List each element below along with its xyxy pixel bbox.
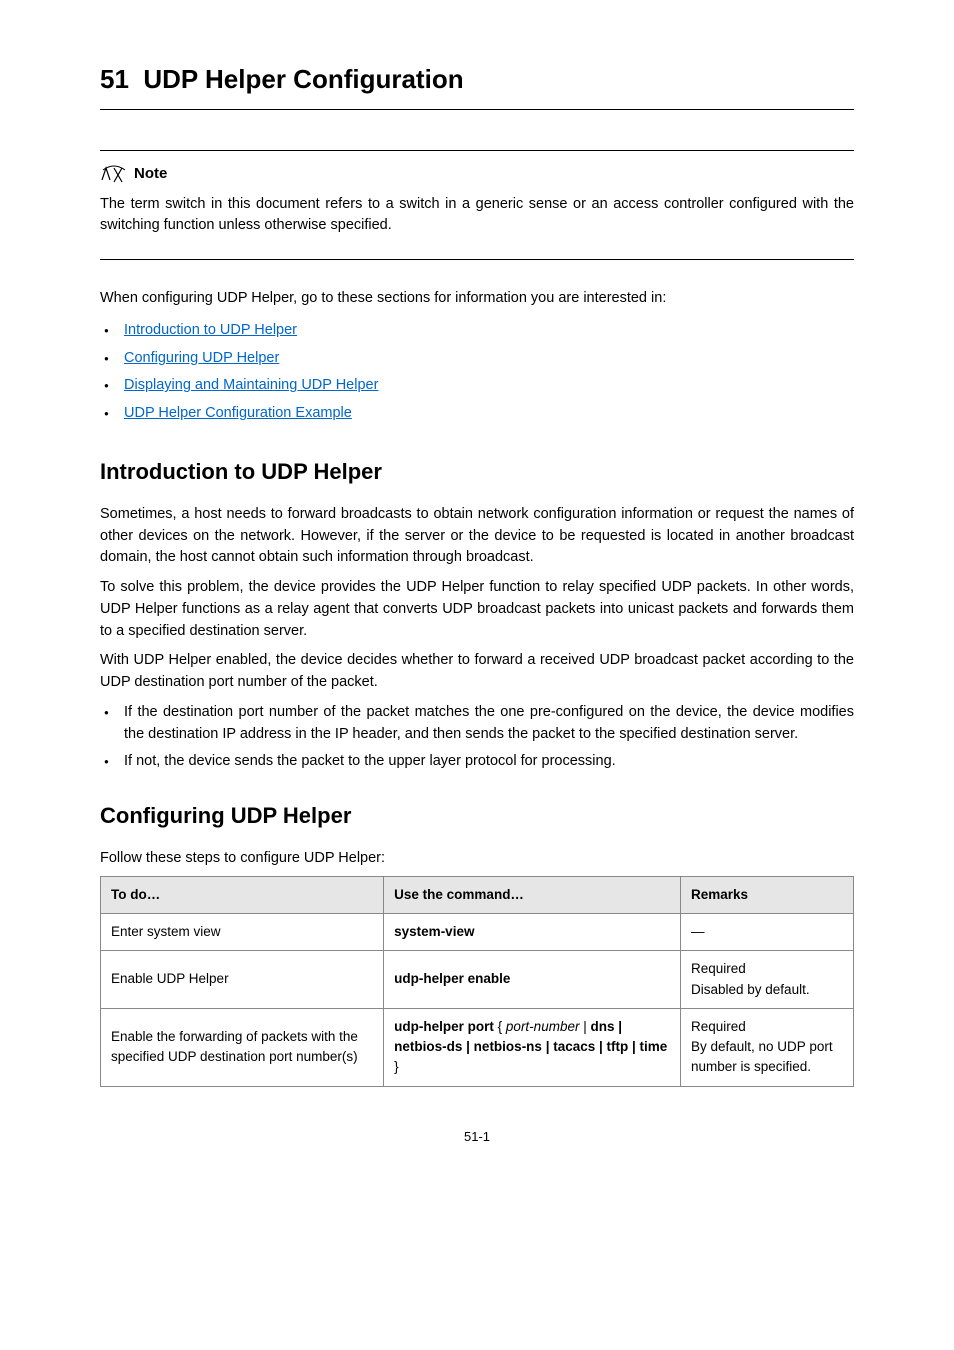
cell-todo: Enable UDP Helper [101,951,384,1009]
intro-para-2: To solve this problem, the device provid… [100,577,854,642]
link-intro[interactable]: Introduction to UDP Helper [124,322,297,338]
th-todo: To do… [101,876,384,913]
page-number: 51-1 [100,1127,854,1147]
intro-para-3: With UDP Helper enabled, the device deci… [100,650,854,694]
note-box: Note The term switch in this document re… [100,150,854,260]
remarks-line1: Required [691,961,746,976]
list-item: Introduction to UDP Helper [124,320,854,342]
section-heading-config: Configuring UDP Helper [100,799,854,832]
note-label: Note [134,163,167,186]
remarks-line2: By default, no UDP port number is specif… [691,1039,833,1074]
th-command: Use the command… [384,876,681,913]
remarks-line2: Disabled by default. [691,982,810,997]
cell-command: system-view [384,914,681,951]
cmd-text: udp-helper port [394,1019,494,1034]
cmd-brace-close: } [394,1059,399,1074]
table-header-row: To do… Use the command… Remarks [101,876,854,913]
remarks-line1: Required [691,1019,746,1034]
title-divider [100,109,854,110]
cmd-text: system-view [394,924,474,939]
intro-para-1: Sometimes, a host needs to forward broad… [100,504,854,569]
chapter-number: 51 [100,64,129,94]
cmd-sep: | [579,1019,590,1034]
link-config[interactable]: Configuring UDP Helper [124,350,279,366]
list-item: If not, the device sends the packet to t… [124,751,854,773]
link-example[interactable]: UDP Helper Configuration Example [124,405,352,421]
cell-todo: Enable the forwarding of packets with th… [101,1008,384,1086]
list-item: UDP Helper Configuration Example [124,403,854,425]
cmd-arg: port-number [506,1019,580,1034]
chapter-title: UDP Helper Configuration [143,64,463,94]
intro-bullets: If the destination port number of the pa… [100,702,854,773]
list-item: Displaying and Maintaining UDP Helper [124,375,854,397]
cell-remarks: Required Disabled by default. [681,951,854,1009]
cell-todo: Enter system view [101,914,384,951]
table-row: Enter system view system-view — [101,914,854,951]
cmd-brace-open: { [494,1019,506,1034]
link-display[interactable]: Displaying and Maintaining UDP Helper [124,377,378,393]
cell-remarks: — [681,914,854,951]
intro-line: When configuring UDP Helper, go to these… [100,288,854,310]
list-item: If the destination port number of the pa… [124,702,854,746]
section-heading-intro: Introduction to UDP Helper [100,455,854,488]
note-text: The term switch in this document refers … [100,194,854,238]
cmd-text: udp-helper enable [394,971,510,986]
cell-command: udp-helper port { port-number | dns | ne… [384,1008,681,1086]
note-header: Note [100,163,854,186]
th-remarks: Remarks [681,876,854,913]
cell-command: udp-helper enable [384,951,681,1009]
table-row: Enable the forwarding of packets with th… [101,1008,854,1086]
note-icon [100,164,128,184]
cell-remarks: Required By default, no UDP port number … [681,1008,854,1086]
toc-links: Introduction to UDP Helper Configuring U… [100,320,854,425]
steps-line: Follow these steps to configure UDP Help… [100,848,854,870]
table-row: Enable UDP Helper udp-helper enable Requ… [101,951,854,1009]
config-table: To do… Use the command… Remarks Enter sy… [100,876,854,1087]
list-item: Configuring UDP Helper [124,348,854,370]
